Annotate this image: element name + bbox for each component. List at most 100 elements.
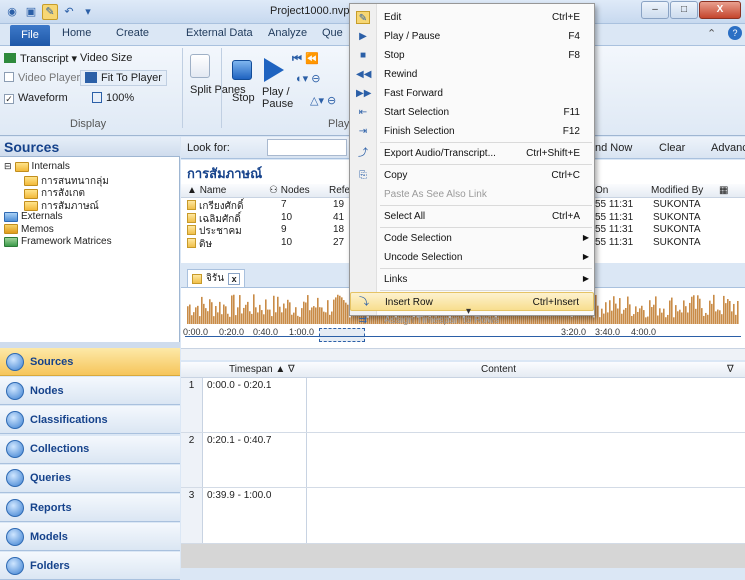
menu-item-copy[interactable]: ⎘ Copy Ctrl+C [350,166,594,185]
tree-item[interactable]: Externals [4,211,63,222]
menu-item-uncode-selection[interactable]: Uncode Selection ▶ [350,248,594,267]
menu-item-links[interactable]: Links ▶ [350,270,594,289]
nav-models[interactable]: Models [0,523,180,552]
menu-item-insert-row[interactable]: ⤵ Insert Row Ctrl+Insert [350,292,594,311]
column-chooser-icon[interactable]: ▦ [719,185,728,196]
menu-item-select-all[interactable]: Select All Ctrl+A [350,207,594,226]
app-icon[interactable]: ◉ [4,4,20,20]
menu-item-stop[interactable]: ■ Stop F8 [350,46,594,65]
ribbon-minimize-icon[interactable]: ⌃ [707,27,716,40]
waveform-bar [641,305,643,324]
cell-content[interactable] [307,488,745,543]
menu-item-fast-forward[interactable]: ▶▶ Fast Forward [350,84,594,103]
menu-scroll-down-icon[interactable]: ▾ [466,306,471,317]
menu-item-paste-as-see-also-link[interactable]: Paste As See Also Link [350,185,594,204]
minimize-button[interactable]: – [641,1,669,19]
nav-queries[interactable]: Queries [0,464,180,493]
nav-folders[interactable]: Folders [0,552,180,580]
menu-item-start-selection[interactable]: ⇤ Start Selection F11 [350,103,594,122]
menu-item-label: Export Audio/Transcript... [384,148,496,159]
speed-icon[interactable]: △▾ ⊖ [310,94,336,107]
help-icon[interactable]: ? [728,26,742,40]
waveform-checkbox[interactable]: ✓ Waveform [4,92,68,104]
col-header-content[interactable]: Content [481,364,516,375]
tab-query[interactable]: Que [322,27,343,39]
volume-icon[interactable]: ◐▾ ⊖ [296,72,320,85]
nav-reports[interactable]: Reports [0,494,180,522]
waveform-bar [317,297,319,324]
cell-modified-by: SUKONTA [653,199,701,210]
edit-icon[interactable]: ✎ [42,4,58,20]
menu-item-rewind[interactable]: ◀◀ Rewind [350,65,594,84]
col-header-references[interactable]: Refe [329,185,350,196]
tree-item[interactable]: Framework Matrices [4,236,112,247]
folders-icon [6,556,24,575]
col-header-nodes[interactable]: ⚇ Nodes [269,185,310,196]
waveform-bar [199,316,201,324]
save-icon[interactable]: ▣ [23,4,39,20]
cell-nodes: 10 [281,211,293,223]
cell-timespan[interactable]: 0:20.1 - 0:40.7 [203,433,307,487]
waveform-bar [333,299,335,324]
col-header-modified-on[interactable]: On [595,185,608,196]
menu-item-finish-selection[interactable]: ⇥ Finish Selection F12 [350,122,594,141]
col-header-modified-by[interactable]: Modified By [651,185,703,196]
table-row[interactable]: 1 0:00.0 - 0:20.1 [181,378,745,433]
nav-collections[interactable]: Collections [0,435,180,464]
table-row[interactable]: 3 0:39.9 - 1:00.0 [181,488,745,544]
clear-button[interactable]: Clear [659,142,685,154]
zoom-100-button[interactable]: 100% [92,92,134,104]
col-header-timespan[interactable]: Timespan ▲ ∇ [229,364,295,375]
transcript-dropdown[interactable]: Transcript ▾ [4,52,77,65]
play-pause-label[interactable]: Play / Pause [262,86,302,110]
table-row[interactable]: 2 0:20.1 - 0:40.7 [181,433,745,488]
close-tab-icon[interactable]: x [228,272,241,285]
folder-icon [4,224,18,234]
look-for-input[interactable] [267,139,347,156]
tab-home[interactable]: Home [62,27,91,39]
cell-content[interactable] [307,433,745,487]
qat-dropdown-icon[interactable]: ▾ [80,4,96,20]
tab-external-data[interactable]: External Data [186,27,253,39]
waveform-bar [663,308,665,324]
waveform-bar [277,296,279,324]
menu-item-edit[interactable]: ✎ Edit Ctrl+E [350,8,594,27]
close-button[interactable]: X [699,1,741,19]
stop-icon[interactable] [232,60,252,80]
cell-content[interactable] [307,378,745,432]
nav-nodes[interactable]: Nodes [0,377,180,406]
menu-item-play-pause[interactable]: ▶ Play / Pause F4 [350,27,594,46]
fit-to-player-button[interactable]: Fit To Player [80,70,167,86]
waveform-bar [223,304,225,324]
collapse-icon[interactable]: ⊟ [4,161,12,172]
menu-item-code-selection[interactable]: Code Selection ▶ [350,229,594,248]
selection-marker[interactable] [319,328,365,342]
menu-item-assign-timespan-to-rows[interactable]: ⇉ Assign Timespan to Rows [350,311,594,330]
nav-classifications[interactable]: Classifications [0,406,180,435]
col-header-name[interactable]: ▲ Name [187,185,226,196]
video-player-checkbox[interactable]: Video Player [4,72,80,84]
cell-timespan[interactable]: 0:39.9 - 1:00.0 [203,488,307,543]
tab-create[interactable]: Create [116,27,149,39]
menu-item-export-audio-transcript[interactable]: ⤴ Export Audio/Transcript... Ctrl+Shift+E [350,144,594,163]
tree-item[interactable]: Memos [4,224,54,235]
menu-item-label: Code Selection [384,233,452,244]
video-size-dropdown[interactable]: Video Size [80,52,132,64]
tab-file[interactable]: File [10,25,50,46]
filter-icon[interactable]: ∇ [727,364,734,375]
play-icon[interactable] [264,58,284,82]
waveform-bar [311,307,313,324]
tab-analyze[interactable]: Analyze [268,27,307,39]
advanced-find-button[interactable]: Advanc [711,142,745,154]
horizontal-scrollbar[interactable] [181,348,745,360]
document-tab[interactable]: จิรัน x [187,269,246,287]
cell-timespan[interactable]: 0:00.0 - 0:20.1 [203,378,307,432]
undo-icon[interactable]: ↶ [61,4,77,20]
nav-sources[interactable]: Sources [0,348,180,376]
rewind-fastforward-icon[interactable]: ⏮ ⏪ [292,52,319,66]
tree-item[interactable]: ⊟ Internals [4,161,70,172]
split-panes-icon[interactable] [190,54,210,78]
stop-button-label[interactable]: Stop [232,92,255,104]
maximize-button[interactable]: □ [670,1,698,19]
find-now-button[interactable]: nd Now [595,142,632,154]
